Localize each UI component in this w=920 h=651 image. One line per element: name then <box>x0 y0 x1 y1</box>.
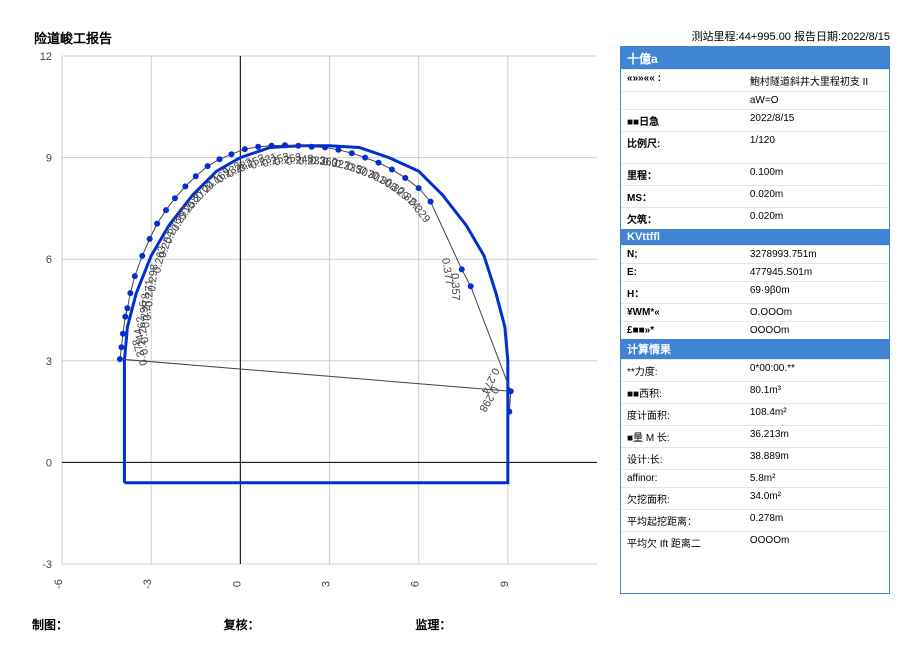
kvh-section: N;3278993.751mE:477945.S01mH：69·9β0m¥WM*… <box>621 245 889 339</box>
report-title: 险道峻工报告 <box>34 28 112 47</box>
data-row: 比例尺:1/120 <box>621 131 889 153</box>
data-row-value: 69·9β0m <box>750 285 883 300</box>
svg-text:-6: -6 <box>53 579 65 589</box>
data-row: 欠筑：0.020m <box>621 207 889 229</box>
data-row: 里程：0.100m <box>621 163 889 185</box>
data-row: MS：0.020m <box>621 185 889 207</box>
data-row-key: 欠筑： <box>627 211 750 226</box>
svg-text:-3: -3 <box>42 559 52 571</box>
data-row-key: 设计:长: <box>627 451 750 466</box>
data-row: «»»«« :鮑村隧道斜井大里程初支 II <box>621 69 889 91</box>
data-row-value: 34.0m² <box>750 491 883 506</box>
data-row-key: 度计面积: <box>627 407 750 422</box>
data-row-key: MS： <box>627 189 750 204</box>
data-row: **力度:0*00:00.** <box>621 359 889 381</box>
svg-text:0: 0 <box>46 457 52 469</box>
data-row-key: 平均起挖距离： <box>627 513 750 528</box>
data-row-key: E: <box>627 267 750 278</box>
data-row: ¥WM*«O.OOOm <box>621 303 889 321</box>
data-row-value: O.OOOm <box>750 307 883 318</box>
data-row-value: 0.020m <box>750 189 883 204</box>
meta-line: 测站里程:44+995.00 报告日期:2022/8/15 <box>692 28 890 44</box>
data-row: ■■西积:80.1m³ <box>621 381 889 403</box>
data-row-value: 477945.S01m <box>750 267 883 278</box>
chart-svg: -6-30369-30369120.3780.2440.2620.2960.27… <box>32 46 607 594</box>
data-row: £■■»*OOOOm <box>621 321 889 339</box>
data-row-value: 108.4m² <box>750 407 883 422</box>
data-row-key: affinor: <box>627 473 750 484</box>
svg-text:9: 9 <box>46 153 52 165</box>
footer-draw: 制图： <box>32 616 224 633</box>
data-row-value: aW=O <box>750 95 883 106</box>
data-row: affinor:5.8m² <box>621 469 889 487</box>
svg-text:3: 3 <box>46 356 52 368</box>
data-row-key: H： <box>627 285 750 300</box>
svg-text:0: 0 <box>231 581 243 587</box>
station-label: 测站里程: <box>692 31 739 43</box>
footer: 制图： 复核： 监理： <box>32 616 607 633</box>
data-row-key: ■量 M 长: <box>627 429 750 444</box>
svg-text:6: 6 <box>410 581 422 587</box>
data-row-value: 2022/8/15 <box>750 113 883 128</box>
calc-header: 计算情果 <box>621 339 889 359</box>
data-row-key: **力度: <box>627 363 750 378</box>
side-header: 十億a <box>621 47 889 69</box>
data-row: 欠挖面积:34.0m² <box>621 487 889 509</box>
data-row-key: 欠挖面积: <box>627 491 750 506</box>
data-row: 设计:长:38.889m <box>621 447 889 469</box>
data-row-key: 比例尺: <box>627 135 750 150</box>
data-row-value: 0.100m <box>750 167 883 182</box>
data-row-value: 0*00:00.** <box>750 363 883 378</box>
data-row-key: £■■»* <box>627 325 750 336</box>
data-row-value: 36.213m <box>750 429 883 444</box>
svg-text:9: 9 <box>499 581 511 587</box>
report-date-label: 报告日期: <box>794 31 841 43</box>
data-row-key: «»»«« : <box>627 73 750 88</box>
data-row-value: OOOOm <box>750 325 883 336</box>
station-value: 44+995.00 <box>739 31 791 43</box>
data-row: aW=O <box>621 91 889 109</box>
footer-supervise: 监理： <box>415 616 607 633</box>
data-row-key: N; <box>627 249 750 260</box>
basic-section: «»»«« :鮑村隧道斜井大里程初支 IIaW=O■■日急2022/8/15比例… <box>621 69 889 153</box>
data-row-value: 0.278m <box>750 513 883 528</box>
footer-review: 复核： <box>224 616 416 633</box>
data-row-key <box>627 95 750 106</box>
side-panel: 十億a «»»«« :鮑村隧道斜井大里程初支 IIaW=O■■日急2022/8/… <box>620 46 890 594</box>
data-row-key: ■■日急 <box>627 113 750 128</box>
data-row: 度计面积:108.4m² <box>621 403 889 425</box>
data-row-key: ¥WM*« <box>627 307 750 318</box>
kvh-header: KVttffl <box>621 229 889 245</box>
calc-section: **力度:0*00:00.**■■西积:80.1m³度计面积:108.4m²■量… <box>621 359 889 553</box>
data-row: E:477945.S01m <box>621 263 889 281</box>
data-row-value: 鮑村隧道斜井大里程初支 II <box>750 73 883 88</box>
svg-text:6: 6 <box>46 254 52 266</box>
data-row: N;3278993.751m <box>621 245 889 263</box>
svg-text:-3: -3 <box>142 579 154 589</box>
data-row-key: ■■西积: <box>627 385 750 400</box>
tunnel-chart: -6-30369-30369120.3780.2440.2620.2960.27… <box>32 46 607 594</box>
svg-text:0.357: 0.357 <box>448 273 461 301</box>
data-row-value: 3278993.751m <box>750 249 883 260</box>
report-date-value: 2022/8/15 <box>841 31 890 43</box>
data-row-key: 里程： <box>627 167 750 182</box>
svg-text:3: 3 <box>321 581 333 587</box>
data-row-value: 0.020m <box>750 211 883 226</box>
data-row-value: 5.8m² <box>750 473 883 484</box>
data-row-key: 平均欠 Ift 距离二 <box>627 535 750 550</box>
data-row-value: 38.889m <box>750 451 883 466</box>
data-row: H：69·9β0m <box>621 281 889 303</box>
data-row: 平均欠 Ift 距离二OOOOm <box>621 531 889 553</box>
data-row-value: 1/120 <box>750 135 883 150</box>
svg-text:12: 12 <box>40 51 52 63</box>
data-row: ■量 M 长:36.213m <box>621 425 889 447</box>
data-row: ■■日急2022/8/15 <box>621 109 889 131</box>
data-row-value: 80.1m³ <box>750 385 883 400</box>
data-row-value: OOOOm <box>750 535 883 550</box>
data-row: 平均起挖距离：0.278m <box>621 509 889 531</box>
dimension-section: 里程：0.100mMS：0.020m欠筑：0.020m <box>621 163 889 229</box>
